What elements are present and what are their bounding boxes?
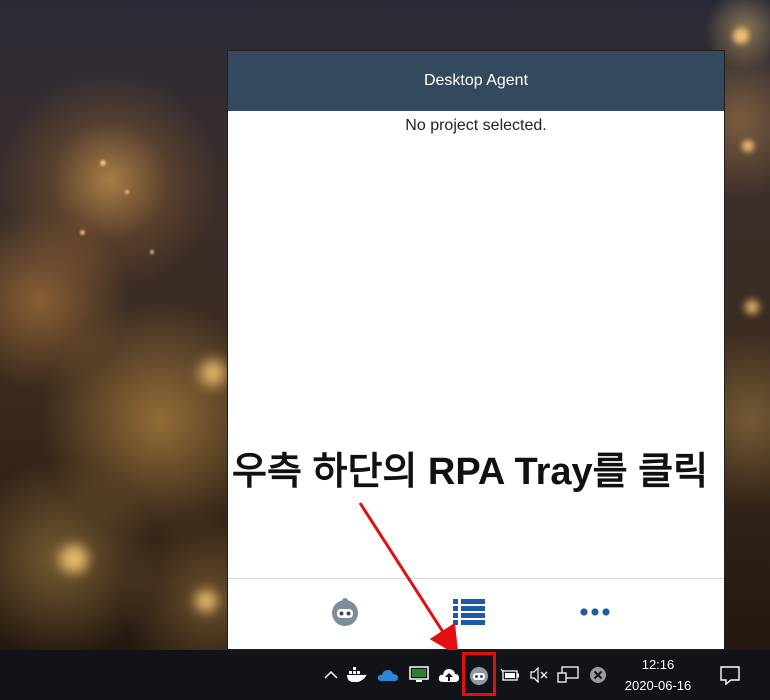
- volume-tray-button[interactable]: [528, 664, 550, 686]
- more-icon: [580, 608, 610, 616]
- onedrive-tray-button[interactable]: [377, 664, 399, 686]
- taskbar: 12:16 2020-06-16: [0, 650, 770, 700]
- desktop-agent-window: Desktop Agent No project selected.: [227, 50, 725, 650]
- cloud-upload-icon: [438, 669, 459, 682]
- agent-title: Desktop Agent: [423, 72, 529, 89]
- monitor-tray-button[interactable]: [408, 664, 430, 686]
- network-tray-button[interactable]: [557, 664, 579, 686]
- cloud-upload-tray-button[interactable]: [438, 664, 460, 686]
- show-hidden-icons-button[interactable]: [320, 664, 342, 686]
- rpa-tray-highlight-box: [462, 652, 496, 696]
- robot-home-button[interactable]: [328, 595, 362, 629]
- agent-header: Desktop Agent: [228, 51, 724, 111]
- docker-icon: [347, 667, 367, 682]
- network-icon: [557, 666, 579, 683]
- agent-footer-nav: [228, 578, 724, 649]
- notification-icon: [720, 666, 740, 686]
- onedrive-icon: [377, 670, 398, 681]
- volume-muted-icon: [530, 667, 548, 683]
- taskbar-clock[interactable]: 12:16 2020-06-16: [612, 654, 704, 696]
- clock-date: 2020-06-16: [624, 678, 692, 693]
- action-center-button[interactable]: [718, 663, 742, 687]
- robot-icon: [332, 598, 358, 626]
- battery-tray-button[interactable]: [499, 664, 521, 686]
- instruction-caption: 우측 하단의 RPA Tray를 클릭: [228, 448, 715, 500]
- clock-time: 12:16: [641, 657, 675, 672]
- close-circle-tray-button[interactable]: [587, 664, 609, 686]
- list-button[interactable]: [452, 595, 486, 629]
- docker-tray-button[interactable]: [346, 664, 368, 686]
- battery-icon: [500, 668, 519, 681]
- list-icon: [453, 599, 485, 625]
- close-circle-icon: [590, 667, 606, 683]
- chevron-up-icon: [324, 670, 338, 679]
- project-status-text: No project selected.: [405, 117, 547, 134]
- more-button[interactable]: [578, 595, 612, 629]
- monitor-icon: [409, 666, 429, 682]
